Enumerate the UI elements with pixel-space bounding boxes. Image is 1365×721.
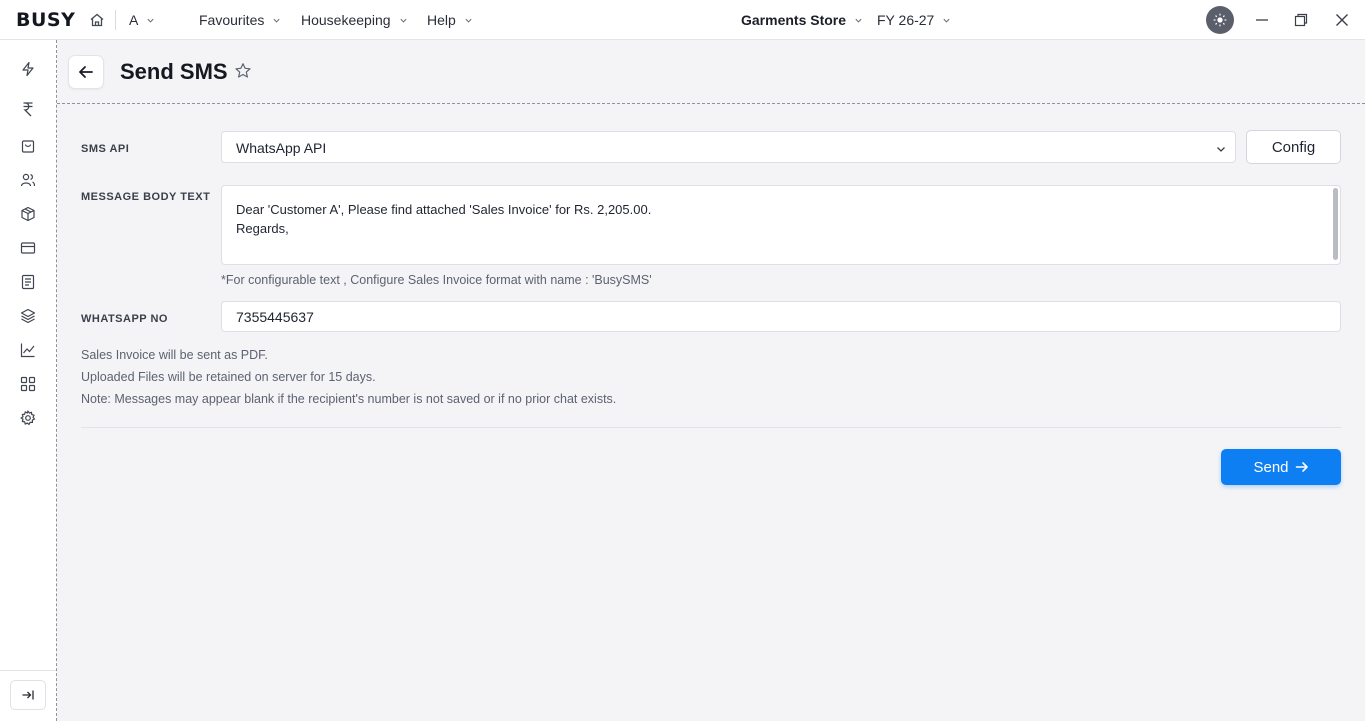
sun-icon	[1213, 13, 1227, 27]
top-bar: BUSY A Favourites Housekeeping Help Garm…	[0, 0, 1365, 40]
company-selector[interactable]: A	[129, 12, 155, 28]
chevron-down-icon	[464, 16, 473, 25]
page-header: Send SMS	[57, 40, 1365, 103]
close-button[interactable]	[1332, 10, 1352, 30]
financial-year-selector[interactable]: FY 26-27	[877, 12, 951, 28]
grid-icon[interactable]	[18, 374, 38, 394]
chevron-down-icon	[272, 16, 281, 25]
restore-icon	[1294, 13, 1308, 27]
header-divider	[57, 103, 1365, 104]
message-line: Dear 'Customer A', Please find attached …	[236, 202, 652, 217]
sms-api-label: SMS API	[81, 143, 130, 155]
document-icon[interactable]	[18, 272, 38, 292]
financial-year-label: FY 26-27	[877, 12, 935, 28]
textarea-scrollbar[interactable]	[1333, 188, 1338, 260]
expand-arrow-icon	[22, 690, 34, 700]
page-title: Send SMS	[120, 59, 228, 84]
divider	[115, 10, 116, 30]
chevron-down-icon	[1215, 142, 1227, 154]
back-button[interactable]	[68, 55, 104, 89]
rupee-icon[interactable]	[18, 99, 38, 119]
box-icon[interactable]	[18, 204, 38, 224]
chevron-down-icon	[399, 16, 408, 25]
message-body-label: MESSAGE BODY TEXT	[81, 191, 211, 203]
whatsapp-number-value: 7355445637	[236, 309, 314, 325]
minimize-icon	[1256, 19, 1268, 21]
chart-icon[interactable]	[18, 340, 38, 360]
minimize-button[interactable]	[1252, 10, 1272, 30]
company-name-label: Garments Store	[741, 12, 847, 28]
close-icon	[1336, 14, 1348, 26]
menu-help-label: Help	[427, 12, 456, 28]
send-button[interactable]: Send	[1221, 449, 1341, 485]
whatsapp-number-input[interactable]: 7355445637	[221, 301, 1341, 332]
favourite-star-button[interactable]	[233, 61, 253, 81]
sidebar-divider	[0, 670, 56, 671]
menu-housekeeping[interactable]: Housekeeping	[301, 12, 408, 28]
info-note: Note: Messages may appear blank if the r…	[81, 392, 617, 406]
message-line: Regards,	[236, 221, 289, 236]
menu-favourites-label: Favourites	[199, 12, 265, 28]
menu-help[interactable]: Help	[427, 12, 473, 28]
expand-sidebar-button[interactable]	[10, 680, 46, 710]
form-divider	[81, 427, 1341, 428]
info-note: Sales Invoice will be sent as PDF.	[81, 348, 268, 362]
shopping-bag-icon[interactable]	[18, 136, 38, 156]
config-button[interactable]: Config	[1246, 130, 1341, 164]
star-icon	[235, 63, 251, 78]
home-icon[interactable]	[88, 11, 106, 29]
company-name-selector[interactable]: Garments Store	[741, 12, 863, 28]
sidebar	[0, 40, 57, 721]
sms-api-value: WhatsApp API	[236, 140, 327, 156]
chevron-down-icon	[942, 16, 951, 25]
arrow-left-icon	[79, 66, 93, 78]
restore-button[interactable]	[1291, 10, 1311, 30]
send-button-label: Send	[1253, 458, 1289, 476]
configurable-text-hint: *For configurable text , Configure Sales…	[221, 273, 652, 287]
chevron-down-icon	[854, 16, 863, 25]
settings-icon[interactable]	[18, 408, 38, 428]
company-short-label: A	[129, 12, 139, 28]
credit-card-icon[interactable]	[18, 238, 38, 258]
info-note: Uploaded Files will be retained on serve…	[81, 370, 376, 384]
chevron-down-icon	[146, 16, 155, 25]
menu-favourites[interactable]: Favourites	[199, 12, 281, 28]
message-body-textarea[interactable]: Dear 'Customer A', Please find attached …	[221, 185, 1341, 265]
sms-api-select[interactable]: WhatsApp API	[221, 131, 1236, 163]
layers-icon[interactable]	[18, 306, 38, 326]
whatsapp-no-label: WHATSAPP NO	[81, 313, 168, 325]
menu-housekeeping-label: Housekeeping	[301, 12, 391, 28]
arrow-right-icon	[1295, 462, 1308, 472]
users-icon[interactable]	[18, 170, 38, 190]
theme-toggle-button[interactable]	[1206, 6, 1234, 34]
lightning-icon[interactable]	[18, 59, 38, 79]
busy-logo: BUSY	[16, 9, 76, 31]
